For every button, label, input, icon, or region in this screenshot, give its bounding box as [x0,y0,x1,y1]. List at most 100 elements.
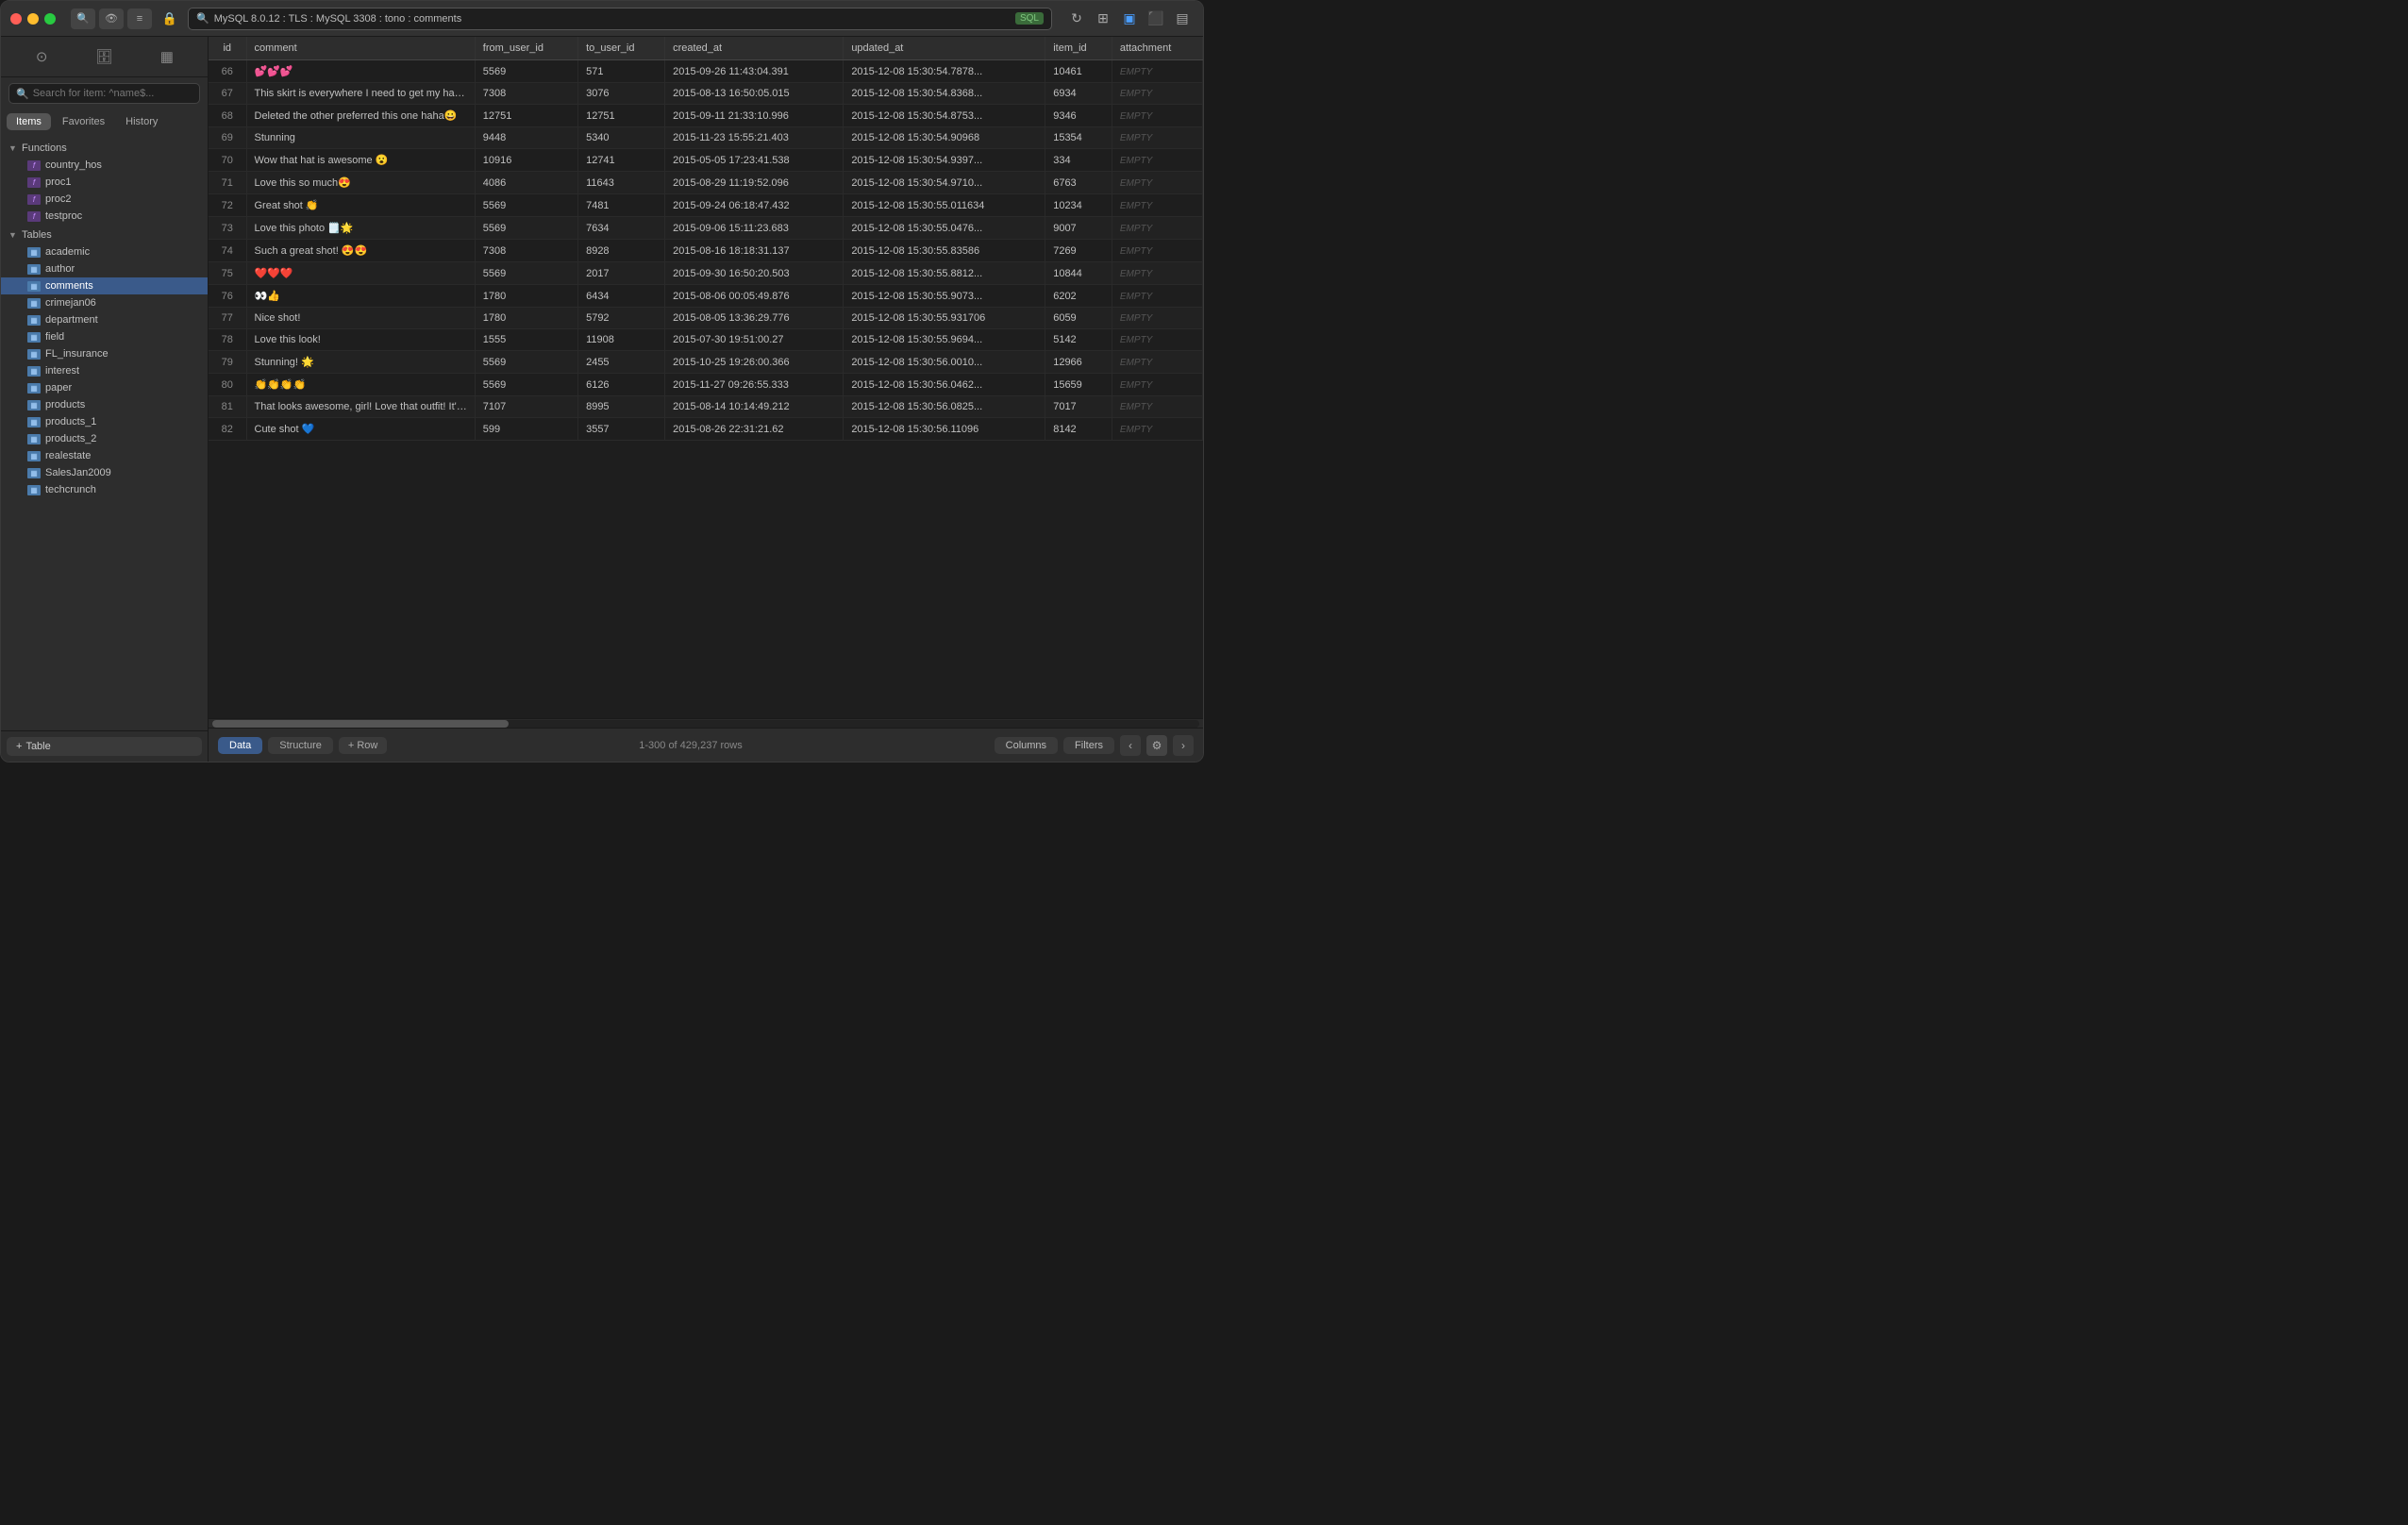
table-row[interactable]: 75❤️❤️❤️556920172015-09-30 16:50:20.5032… [209,262,1203,285]
cell-item-id: 10461 [1045,60,1112,83]
col-id[interactable]: id [209,37,246,60]
sidebar-item-realestate[interactable]: realestate [1,447,208,464]
table-row[interactable]: 72Great shot 👏556974812015-09-24 06:18:4… [209,194,1203,217]
table-row[interactable]: 78Love this look!1555119082015-07-30 19:… [209,329,1203,351]
eye-icon-btn[interactable]: 👁 [99,8,124,29]
cell-created-at: 2015-09-06 15:11:23.683 [665,217,844,240]
add-table-button[interactable]: + Table [7,737,202,756]
tables-header[interactable]: ▼ Tables [1,226,208,243]
cell-created-at: 2015-08-26 22:31:21.62 [665,418,844,441]
table-container[interactable]: id comment from_user_id to_user_id creat… [209,37,1203,718]
sidebar-item-products[interactable]: products [1,396,208,413]
sidebar-item-proc1[interactable]: proc1 [1,174,208,191]
sidebar-item-department[interactable]: department [1,311,208,328]
table-row[interactable]: 79Stunning! 🌟556924552015-10-25 19:26:00… [209,351,1203,374]
close-button[interactable] [10,13,22,25]
server-icon-btn[interactable]: ⊙ [27,44,56,69]
table-row[interactable]: 73Love this photo 🗒️🌟556976342015-09-06 … [209,217,1203,240]
col-updated-at[interactable]: updated_at [844,37,1045,60]
cell-attachment: EMPTY [1112,127,1202,149]
cell-from-user_id: 1780 [475,308,577,329]
cell-item-id: 7017 [1045,396,1112,418]
sidebar-item-techcrunch[interactable]: techcrunch [1,481,208,498]
split-h-icon-btn[interactable]: ▣ [1118,8,1141,29]
item-label: field [45,331,64,343]
cell-attachment: EMPTY [1112,262,1202,285]
sql-badge: SQL [1015,12,1044,25]
table-icon [27,400,41,411]
cell-comment: Such a great shot! 😍😍 [246,240,475,262]
sidebar-item-author[interactable]: author [1,260,208,277]
columns-button[interactable]: Columns [995,737,1058,754]
horizontal-scrollbar[interactable] [209,718,1203,728]
cell-created-at: 2015-09-30 16:50:20.503 [665,262,844,285]
table-row[interactable]: 68Deleted the other preferred this one h… [209,105,1203,127]
list-icon-btn[interactable]: ≡ [127,8,152,29]
function-icon [27,177,41,188]
table-row[interactable]: 81That looks awesome, girl! Love that ou… [209,396,1203,418]
scroll-thumb[interactable] [212,720,509,728]
sidebar-item-academic[interactable]: academic [1,243,208,260]
grid-icon-btn[interactable]: ⊞ [1092,8,1114,29]
cell-created-at: 2015-11-23 15:55:21.403 [665,127,844,149]
tab-items[interactable]: Items [7,113,51,130]
data-tab[interactable]: Data [218,737,262,754]
search-icon: 🔍 [16,88,29,100]
minimize-button[interactable] [27,13,39,25]
refresh-icon-btn[interactable]: ↻ [1065,8,1088,29]
sidebar-item-products-1[interactable]: products_1 [1,413,208,430]
sidebar-search-bar[interactable]: 🔍 Search for item: ^name$... [8,83,200,104]
col-to-user-id[interactable]: to_user_id [578,37,665,60]
table-row[interactable]: 69Stunning944853402015-11-23 15:55:21.40… [209,127,1203,149]
cell-id: 78 [209,329,246,351]
next-page-button[interactable]: › [1173,735,1194,756]
table-row[interactable]: 71Love this so much😍4086116432015-08-29 … [209,172,1203,194]
table-row[interactable]: 77Nice shot!178057922015-08-05 13:36:29.… [209,308,1203,329]
cell-comment: Stunning [246,127,475,149]
panel-icon-btn[interactable]: ▤ [1171,8,1194,29]
table-row[interactable]: 74Such a great shot! 😍😍730889282015-08-1… [209,240,1203,262]
sidebar-icon[interactable]: 🔍 [71,8,95,29]
sidebar-item-salesjan2009[interactable]: SalesJan2009 [1,464,208,481]
add-row-button[interactable]: + Row [339,737,387,754]
cell-from-user_id: 599 [475,418,577,441]
col-item-id[interactable]: item_id [1045,37,1112,60]
sidebar-item-proc2[interactable]: proc2 [1,191,208,208]
table-row[interactable]: 66💕💕💕55695712015-09-26 11:43:04.3912015-… [209,60,1203,83]
functions-header[interactable]: ▼ Functions [1,140,208,157]
cell-comment: 👀👍 [246,285,475,308]
cell-updated-at: 2015-12-08 15:30:55.0476... [844,217,1045,240]
col-from-user-id[interactable]: from_user_id [475,37,577,60]
structure-tab[interactable]: Structure [268,737,333,754]
database-icon-btn[interactable]: 🗄 [90,44,118,69]
col-comment[interactable]: comment [246,37,475,60]
settings-button[interactable]: ⚙ [1146,735,1167,756]
data-panel: id comment from_user_id to_user_id creat… [209,37,1203,762]
col-attachment[interactable]: attachment [1112,37,1202,60]
split-v-icon-btn[interactable]: ⬛ [1145,8,1167,29]
sidebar-item-crimejan06[interactable]: crimejan06 [1,294,208,311]
sidebar-item-country-hos[interactable]: country_hos [1,157,208,174]
cell-attachment: EMPTY [1112,308,1202,329]
maximize-button[interactable] [44,13,56,25]
prev-page-button[interactable]: ‹ [1120,735,1141,756]
table-row[interactable]: 67This skirt is everywhere I need to get… [209,83,1203,105]
table-icon-btn[interactable]: ▦ [153,44,181,69]
table-row[interactable]: 82Cute shot 💙59935572015-08-26 22:31:21.… [209,418,1203,441]
tab-favorites[interactable]: Favorites [53,113,114,130]
sidebar-item-fl-insurance[interactable]: FL_insurance [1,345,208,362]
sidebar-item-field[interactable]: field [1,328,208,345]
sidebar-item-products-2[interactable]: products_2 [1,430,208,447]
lock-icon[interactable]: 🔒 [159,8,180,29]
sidebar-item-interest[interactable]: interest [1,362,208,379]
cell-created-at: 2015-05-05 17:23:41.538 [665,149,844,172]
table-row[interactable]: 76👀👍178064342015-08-06 00:05:49.8762015-… [209,285,1203,308]
sidebar-item-testproc[interactable]: testproc [1,208,208,225]
filters-button[interactable]: Filters [1063,737,1114,754]
sidebar-item-comments[interactable]: comments [1,277,208,294]
sidebar-item-paper[interactable]: paper [1,379,208,396]
table-row[interactable]: 80👏👏👏👏556961262015-11-27 09:26:55.333201… [209,374,1203,396]
tab-history[interactable]: History [116,113,167,130]
table-row[interactable]: 70Wow that hat is awesome 😮1091612741201… [209,149,1203,172]
col-created-at[interactable]: created_at [665,37,844,60]
